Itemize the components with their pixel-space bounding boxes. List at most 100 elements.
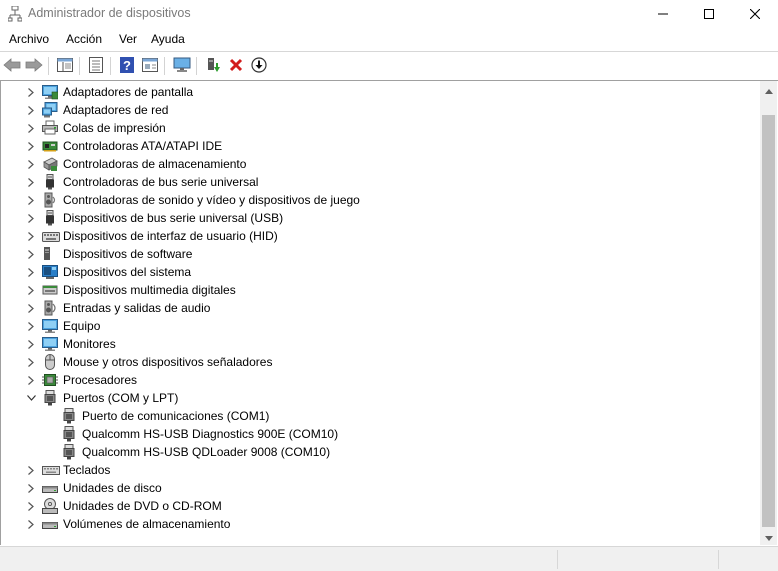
tree-category[interactable]: Controladoras de almacenamiento: [1, 155, 761, 173]
monitor-icon: [173, 57, 191, 76]
update-driver-icon: [206, 57, 222, 76]
tree-item-label: Controladoras de bus serie universal: [63, 175, 259, 189]
chevron-right-icon[interactable]: [25, 265, 37, 279]
tree-category[interactable]: Dispositivos multimedia digitales: [1, 281, 761, 299]
mouse-icon: [42, 354, 58, 370]
menu-ayuda[interactable]: Ayuda: [151, 32, 185, 46]
chevron-right-icon[interactable]: [25, 121, 37, 135]
help-icon: ?: [120, 56, 134, 76]
enable-device-button[interactable]: [249, 56, 269, 76]
tree-device[interactable]: Qualcomm HS-USB Diagnostics 900E (COM10): [1, 425, 761, 443]
forward-icon: [25, 57, 43, 75]
software-device-icon: [42, 246, 58, 262]
tree-category[interactable]: Controladoras ATA/ATAPI IDE: [1, 137, 761, 155]
ide-controller-icon: [42, 138, 58, 154]
printer-icon: [42, 120, 58, 136]
tree-item-label: Controladoras de sonido y vídeo y dispos…: [63, 193, 360, 207]
tree-category[interactable]: Volúmenes de almacenamiento: [1, 515, 761, 533]
toolbar-separator: [79, 57, 80, 75]
maximize-button[interactable]: [686, 0, 732, 28]
tree-item-label: Controladoras de almacenamiento: [63, 157, 247, 171]
update-driver-button[interactable]: [204, 56, 224, 76]
scroll-down-button[interactable]: [760, 528, 777, 545]
help-button[interactable]: ?: [117, 56, 137, 76]
download-icon: [251, 56, 267, 76]
chevron-right-icon[interactable]: [25, 85, 37, 99]
tree-item-label: Mouse y otros dispositivos señaladores: [63, 355, 273, 369]
chevron-right-icon[interactable]: [25, 157, 37, 171]
tree-category[interactable]: Controladoras de sonido y vídeo y dispos…: [1, 191, 761, 209]
chevron-right-icon[interactable]: [25, 517, 37, 531]
tree-item-label: Qualcomm HS-USB Diagnostics 900E (COM10): [82, 427, 339, 441]
scan-hardware-button[interactable]: [172, 56, 192, 76]
show-hide-tree-button[interactable]: [55, 56, 75, 76]
tree-item-label: Unidades de disco: [63, 481, 162, 495]
tree-device[interactable]: Puerto de comunicaciones (COM1): [1, 407, 761, 425]
chevron-right-icon[interactable]: [25, 319, 37, 333]
forward-button[interactable]: [24, 56, 44, 76]
chevron-right-icon[interactable]: [25, 139, 37, 153]
tree-category[interactable]: Equipo: [1, 317, 761, 335]
chevron-right-icon[interactable]: [25, 499, 37, 513]
tree-category[interactable]: Adaptadores de red: [1, 101, 761, 119]
tree-category[interactable]: Unidades de DVD o CD-ROM: [1, 497, 761, 515]
tree-category[interactable]: Entradas y salidas de audio: [1, 299, 761, 317]
tree-item-label: Equipo: [63, 319, 101, 333]
tree-item-label: Adaptadores de pantalla: [63, 85, 194, 99]
properties-button[interactable]: [86, 56, 106, 76]
tree-category[interactable]: Dispositivos de bus serie universal (USB…: [1, 209, 761, 227]
tree-category[interactable]: Dispositivos de interfaz de usuario (HID…: [1, 227, 761, 245]
tree-category[interactable]: Colas de impresión: [1, 119, 761, 137]
chevron-right-icon[interactable]: [25, 103, 37, 117]
back-button[interactable]: [2, 56, 22, 76]
menu-accion[interactable]: Acción: [66, 32, 102, 46]
tree-category[interactable]: Adaptadores de pantalla: [1, 83, 761, 101]
tree-device[interactable]: Qualcomm HS-USB QDLoader 9008 (COM10): [1, 443, 761, 461]
chevron-down-icon[interactable]: [25, 391, 37, 405]
view-button[interactable]: [140, 56, 160, 76]
scroll-up-button[interactable]: [760, 81, 777, 98]
status-segment: [557, 550, 718, 569]
tree-item-label: Controladoras ATA/ATAPI IDE: [63, 139, 223, 153]
chevron-right-icon[interactable]: [25, 463, 37, 477]
tree-category[interactable]: Mouse y otros dispositivos señaladores: [1, 353, 761, 371]
minimize-button[interactable]: [640, 0, 686, 28]
sound-icon: [42, 192, 58, 208]
chevron-right-icon[interactable]: [25, 373, 37, 387]
chevron-right-icon[interactable]: [25, 301, 37, 315]
chevron-right-icon[interactable]: [25, 481, 37, 495]
vertical-scrollbar[interactable]: [760, 81, 777, 545]
tree-category[interactable]: Controladoras de bus serie universal: [1, 173, 761, 191]
disk-drive-icon: [42, 480, 58, 496]
scrollbar-thumb[interactable]: [762, 115, 775, 527]
tree-category[interactable]: Monitores: [1, 335, 761, 353]
chevron-right-icon[interactable]: [25, 175, 37, 189]
toolbar-separator: [110, 57, 111, 75]
tree-category[interactable]: Dispositivos del sistema: [1, 263, 761, 281]
tree-category[interactable]: Unidades de disco: [1, 479, 761, 497]
chevron-right-icon[interactable]: [25, 211, 37, 225]
chevron-right-icon[interactable]: [25, 283, 37, 297]
tree-category[interactable]: Teclados: [1, 461, 761, 479]
tree-category[interactable]: Dispositivos de software: [1, 245, 761, 263]
tree-item-label: Teclados: [63, 463, 111, 477]
storage-volume-icon: [42, 516, 58, 532]
close-button[interactable]: [732, 0, 778, 28]
view-icon: [142, 57, 158, 75]
chevron-right-icon[interactable]: [25, 337, 37, 351]
tree-category[interactable]: Puertos (COM y LPT): [1, 389, 761, 407]
chevron-right-icon[interactable]: [25, 229, 37, 243]
tree-item-label: Unidades de DVD o CD-ROM: [63, 499, 222, 513]
monitor-icon: [42, 336, 58, 352]
device-tree: Adaptadores de pantalla Adaptadores de re…: [0, 80, 778, 545]
hid-icon: [42, 228, 60, 244]
port-icon: [61, 426, 77, 442]
keyboard-icon: [42, 462, 60, 478]
menu-archivo[interactable]: Archivo: [9, 32, 49, 46]
menu-ver[interactable]: Ver: [119, 32, 137, 46]
chevron-right-icon[interactable]: [25, 193, 37, 207]
uninstall-device-button[interactable]: [226, 56, 246, 76]
chevron-right-icon[interactable]: [25, 247, 37, 261]
chevron-right-icon[interactable]: [25, 355, 37, 369]
tree-category[interactable]: Procesadores: [1, 371, 761, 389]
